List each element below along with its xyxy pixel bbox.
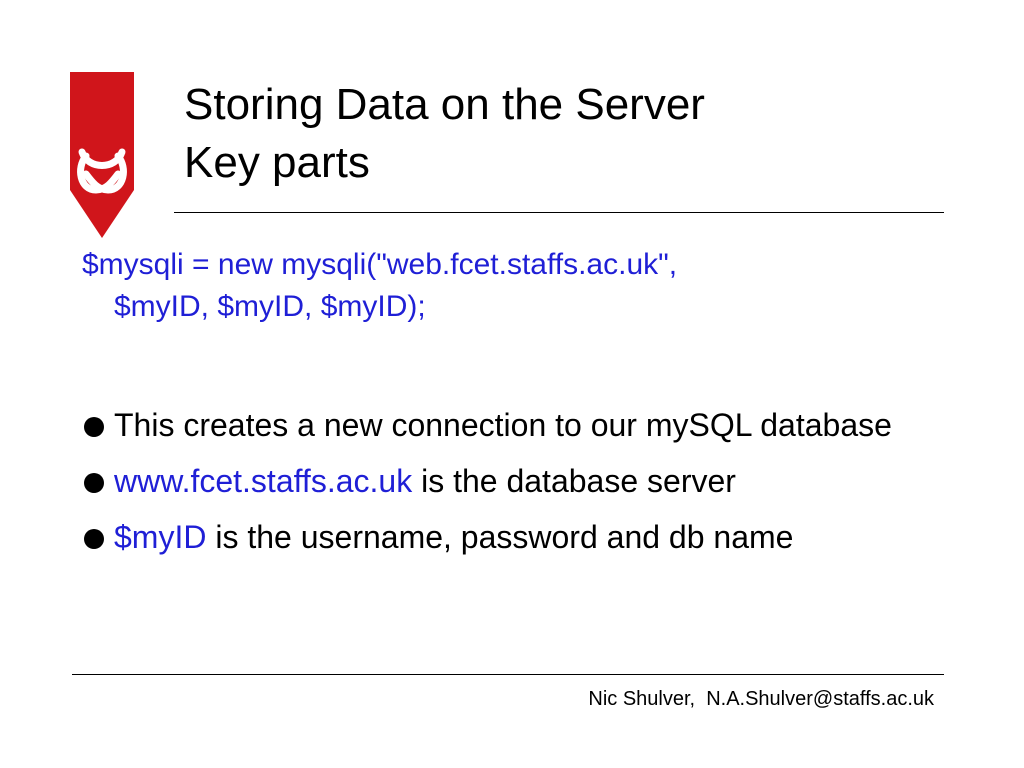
bullet-icon bbox=[84, 473, 104, 493]
slide-title-line2: Key parts bbox=[184, 138, 370, 187]
list-item: $myID is the username, password and db n… bbox=[82, 516, 982, 558]
code-snippet: $mysqli = new mysqli("web.fcet.staffs.ac… bbox=[82, 244, 962, 328]
footer-divider bbox=[72, 674, 944, 675]
bullet-text: is the username, password and db name bbox=[206, 519, 794, 555]
bullet-text: This creates a new connection to our myS… bbox=[114, 407, 892, 443]
code-line-2: $myID, $myID, $myID); bbox=[114, 290, 426, 323]
bullet-icon bbox=[84, 529, 104, 549]
title-divider bbox=[174, 212, 944, 213]
list-item: www.fcet.staffs.ac.uk is the database se… bbox=[82, 460, 982, 502]
slide-title-line1: Storing Data on the Server bbox=[184, 80, 705, 129]
bullet-text: is the database server bbox=[412, 463, 736, 499]
slide-footer: Nic Shulver, N.A.Shulver@staffs.ac.uk bbox=[588, 688, 934, 710]
code-line-1: $mysqli = new mysqli("web.fcet.staffs.ac… bbox=[82, 248, 678, 281]
bullet-accent-link[interactable]: www.fcet.staffs.ac.uk bbox=[114, 463, 412, 499]
bullet-accent-term: $myID bbox=[114, 519, 207, 555]
bullet-icon bbox=[84, 417, 104, 437]
list-item: This creates a new connection to our myS… bbox=[82, 404, 982, 446]
slide-title: Storing Data on the Server Key parts bbox=[184, 76, 705, 192]
bullet-list: This creates a new connection to our myS… bbox=[82, 404, 982, 572]
university-crest-icon bbox=[70, 72, 134, 238]
